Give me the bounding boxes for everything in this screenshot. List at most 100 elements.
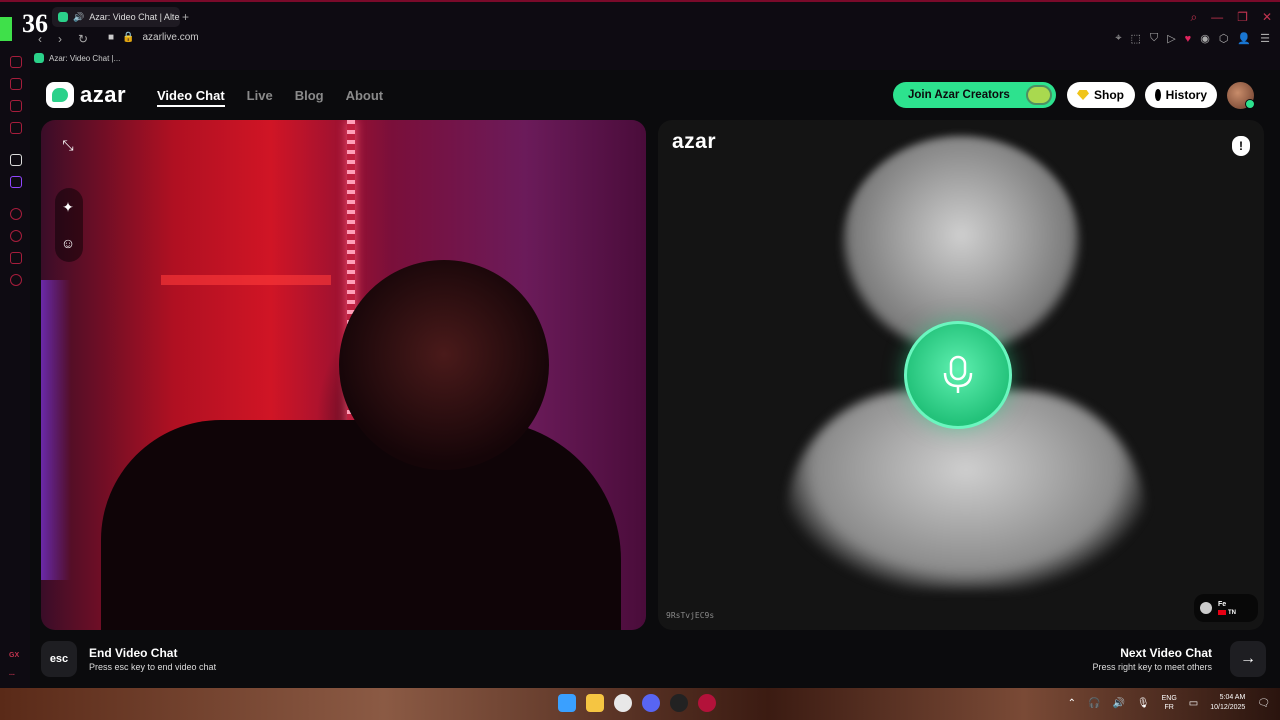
azar-logo[interactable]: azar [46,82,126,108]
lock-icon[interactable]: 🔒 [122,32,134,43]
gem-icon [1077,90,1089,100]
peer-info[interactable]: Fe TN [1194,594,1258,622]
azar-page: azar Video Chat Live Blog About Join Aza… [30,70,1280,688]
messenger-icon[interactable] [10,100,22,112]
display-icon[interactable]: ▭ [1189,698,1198,709]
clock[interactable]: 5:04 AM 10/12/2025 [1210,693,1245,713]
navigation-controls: ‹ › ↻ [38,32,88,46]
lang-top: ENG [1161,695,1177,702]
peer-avatar [1200,602,1212,614]
shop-label: Shop [1094,88,1124,102]
heart-icon[interactable]: ♥ [1185,33,1192,45]
esc-key-button[interactable]: esc [41,641,77,677]
clock-time: 5:04 AM [1219,694,1246,701]
minimize-button[interactable]: — [1211,10,1223,25]
main-nav: Video Chat Live Blog About [157,88,383,107]
clock-icon [1155,89,1161,101]
extensions-sidebar-icon[interactable] [10,252,22,264]
close-button[interactable]: ✕ [1262,10,1272,25]
snapshot-icon[interactable]: ⬚ [1131,32,1141,45]
next-chat-hint: Press right key to meet others [1092,662,1212,672]
menu-icon[interactable]: ☰ [1260,32,1270,45]
logo-text: azar [80,82,127,107]
minimize-video-icon[interactable]: ⤡ [55,132,81,158]
new-tab-button[interactable]: + [182,10,189,24]
nav-about[interactable]: About [346,88,384,107]
headset-icon[interactable]: 🎧 [1088,698,1100,709]
news-icon[interactable] [10,122,22,134]
join-creators-label: Join Azar Creators [908,89,1010,101]
browser-sidebar: GX ... [0,50,30,688]
language-indicator[interactable]: ENG FR [1162,694,1177,712]
gx-control-icon[interactable] [10,56,22,68]
peer-name: Fe [1218,600,1227,608]
opera-gx-icon[interactable] [698,694,716,712]
back-icon[interactable]: ‹ [38,32,42,46]
remote-video-feed: azar ! 9RsTvjEC9s Fe TN [658,120,1264,630]
start-icon[interactable] [558,694,576,712]
chrome-icon[interactable] [614,694,632,712]
tray-chevron-icon[interactable]: ⌃ [1068,698,1076,709]
shop-button[interactable]: Shop [1067,82,1135,108]
history-button[interactable]: History [1145,82,1217,108]
forward-icon[interactable]: › [58,32,62,46]
notifications-icon[interactable]: 🗨 [1257,698,1270,709]
toolbar-icons: ⌖ ⬚ ⛉ ▷ ♥ ◉ ⬡ 👤 ☰ [1115,32,1270,45]
search-tabs-icon[interactable]: ⌕ [1190,10,1197,25]
mic-button[interactable] [904,321,1012,429]
url-text[interactable]: azarlive.com [143,32,199,43]
reload-icon[interactable]: ↻ [78,32,88,46]
extensions-icon[interactable]: ⬡ [1219,32,1229,45]
remote-logo: azar [672,130,717,153]
user-avatar[interactable] [1227,82,1255,109]
nav-live[interactable]: Live [247,88,273,107]
effects-sparkle-icon[interactable]: ✦ [55,194,81,220]
session-id: 9RsTvjEC9s [666,611,715,620]
azar-favicon [34,53,44,63]
browser-titlebar: 36 🔊 Azar: Video Chat | Alte + ⌕ — ❐ ✕ ‹… [0,0,1280,50]
taskbar-apps [558,694,716,712]
report-icon[interactable]: ! [1232,136,1250,156]
mic-tray-icon[interactable]: 🎙 [1137,698,1150,709]
creators-badge-icon [1026,85,1052,105]
bookmarks-bar: Azar: Video Chat |... [0,50,1280,70]
end-chat-hint: Press esc key to end video chat [89,662,217,672]
play-icon[interactable]: ▷ [1167,32,1175,45]
gx-label[interactable]: GX [9,652,19,659]
player-icon[interactable] [10,208,22,220]
tunisia-flag-icon [1218,610,1226,615]
nav-video-chat[interactable]: Video Chat [157,88,225,107]
maximize-button[interactable]: ❐ [1237,10,1248,25]
next-chat-label[interactable]: Next Video Chat [1120,646,1212,660]
browser-tab[interactable]: 🔊 Azar: Video Chat | Alte [52,7,180,27]
camera-icon[interactable]: ■ [108,32,114,43]
history-label: History [1165,88,1207,102]
local-video-feed: ⤡ ✦ ☺ [41,120,646,630]
microphone-icon [943,355,973,393]
settings-icon[interactable] [10,274,22,286]
bookmark-azar[interactable]: Azar: Video Chat |... [34,53,120,63]
speaker-icon[interactable]: 🔊 [73,12,84,23]
volume-icon[interactable]: 🔊 [1112,698,1124,709]
discord-icon[interactable] [642,694,660,712]
pin-icon[interactable]: ⌖ [1115,32,1121,45]
face-filter-icon[interactable]: ☺ [55,230,81,256]
sidebar-more[interactable]: ... [9,670,15,677]
join-creators-button[interactable]: Join Azar Creators [893,82,1056,108]
aria-icon[interactable] [10,154,22,166]
account-icon[interactable]: 👤 [1237,32,1251,45]
local-tools: ⤡ ✦ ☺ [55,132,83,262]
history-icon[interactable] [10,230,22,242]
shield-icon[interactable]: ⛉ [1150,32,1158,45]
twitch-icon[interactable] [10,176,22,188]
azar-favicon [58,12,68,22]
gx-store-icon[interactable] [10,78,22,90]
obs-icon[interactable] [670,694,688,712]
window-controls: ⌕ — ❐ ✕ [1190,10,1272,25]
vpn-icon[interactable]: ◉ [1200,32,1210,45]
next-arrow-button[interactable]: → [1230,641,1266,677]
address-bar[interactable]: ■ 🔒 azarlive.com [108,32,199,43]
nav-blog[interactable]: Blog [295,88,324,107]
file-explorer-icon[interactable] [586,694,604,712]
end-chat-label[interactable]: End Video Chat [89,646,177,660]
